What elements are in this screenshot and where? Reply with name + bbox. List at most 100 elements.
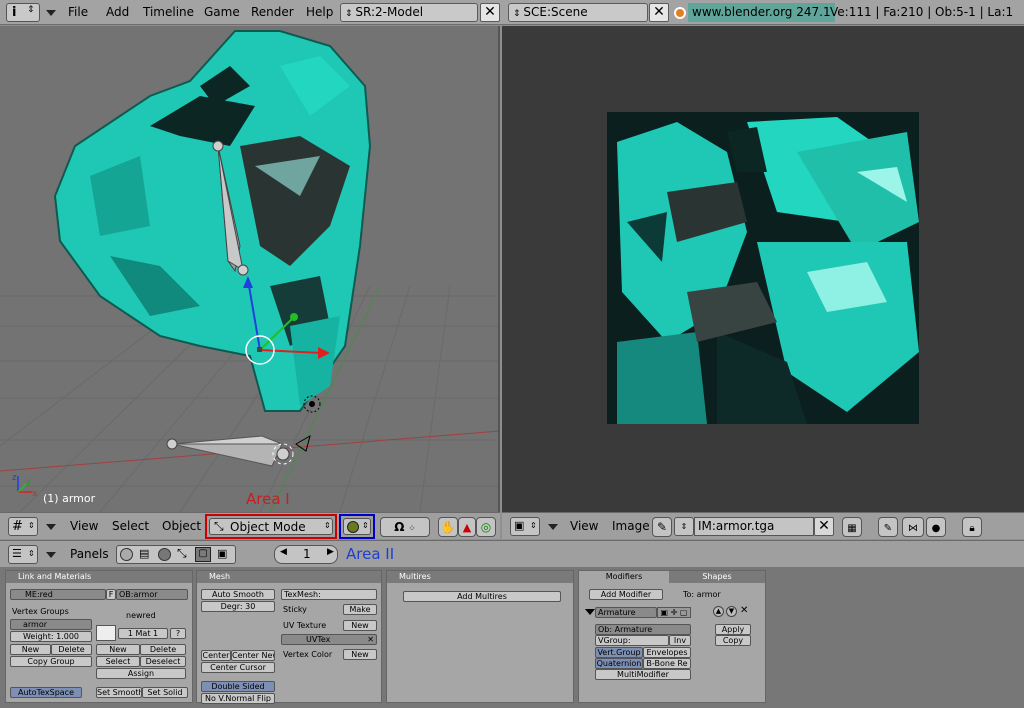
copy-modifier-button[interactable]: Copy (715, 635, 751, 646)
menu-image[interactable]: Image (612, 519, 650, 533)
image-name-field[interactable]: IM:armor.tga (694, 517, 814, 536)
vert-group-toggle[interactable]: Vert.Group (595, 647, 643, 658)
collapse-menu-icon[interactable] (46, 552, 56, 558)
modifier-name-field[interactable]: Armature (595, 607, 657, 618)
sync-uv-button[interactable]: ⋈ (902, 517, 924, 537)
menu-select[interactable]: Select (112, 519, 149, 533)
manipulator-rotate-button[interactable]: ◎ (476, 517, 496, 537)
no-vnormal-flip-toggle[interactable]: No V.Normal Flip (201, 693, 275, 704)
vertex-group-new-button[interactable]: New (10, 644, 51, 655)
image-editor-type-button[interactable]: ▣ ⇕ (510, 517, 540, 536)
logic-icon[interactable] (120, 548, 133, 561)
center-button[interactable]: Center (201, 650, 231, 661)
fake-user-button[interactable]: F (106, 589, 116, 600)
material-assign-button[interactable]: Assign (96, 668, 186, 679)
menu-timeline[interactable]: Timeline (143, 5, 194, 19)
texmesh-field[interactable]: TexMesh: (281, 589, 377, 600)
menu-panels[interactable]: Panels (70, 547, 109, 561)
material-color-swatch[interactable] (96, 625, 116, 641)
tab-modifiers[interactable]: Modifiers (579, 571, 669, 583)
script-icon[interactable]: ▤ (139, 547, 149, 560)
material-delete-button[interactable]: Delete (140, 644, 186, 655)
material-deselect-button[interactable]: Deselect (140, 656, 186, 667)
pack-image-button[interactable]: ▦ (842, 517, 862, 537)
modifier-display-toggles[interactable]: ▣ ✛ ▢ (657, 607, 691, 618)
expand-modifier-icon[interactable] (585, 609, 595, 615)
sticky-make-button[interactable]: Make (343, 604, 377, 615)
material-index-field[interactable]: 1 Mat 1 (118, 628, 168, 639)
move-down-icon[interactable]: ▼ (726, 606, 737, 617)
screen-selector[interactable]: ⇕ SR:2-Model (340, 3, 478, 22)
delete-modifier-icon[interactable]: ✕ (740, 605, 748, 616)
add-modifier-button[interactable]: Add Modifier (589, 589, 663, 600)
editing-icon[interactable]: ▢ (195, 547, 211, 562)
set-smooth-button[interactable]: Set Smooth (96, 687, 142, 698)
arrow-right-icon[interactable]: ▶ (327, 547, 334, 557)
vertex-group-name-field[interactable]: armor (10, 619, 92, 630)
image-browse-button[interactable]: ⇕ (674, 517, 694, 536)
vertex-group-delete-button[interactable]: Delete (51, 644, 92, 655)
vgroup-field[interactable]: VGroup: (595, 635, 669, 646)
unlink-image-button[interactable]: ✕ (814, 517, 834, 536)
pin-image-button[interactable]: ✎ (652, 517, 672, 537)
armature-object-field[interactable]: Ob: Armature (595, 624, 691, 635)
apply-modifier-button[interactable]: Apply (715, 624, 751, 635)
material-new-button[interactable]: New (96, 644, 140, 655)
smooth-degree-field[interactable]: Degr: 30 (201, 601, 275, 612)
object-mode-selector[interactable]: ⤡ Object Mode ⇕ (205, 514, 337, 539)
menu-view[interactable]: View (570, 519, 598, 533)
vertex-color-new-button[interactable]: New (343, 649, 377, 660)
info-window-type-button[interactable]: i ⇕ (6, 3, 40, 22)
record-button[interactable]: ● (926, 517, 946, 537)
delete-scene-button[interactable]: ✕ (649, 3, 669, 22)
paint-tool-button[interactable]: ✎ (878, 517, 898, 537)
menu-game[interactable]: Game (204, 5, 240, 19)
multimodifier-toggle[interactable]: MultiModifier (595, 669, 691, 680)
collapse-menu-icon[interactable] (46, 524, 56, 530)
material-help-button[interactable]: ? (170, 628, 186, 639)
double-sided-toggle[interactable]: Double Sided (201, 681, 275, 692)
mesh-name-field[interactable]: ME:red (10, 589, 106, 600)
add-multires-button[interactable]: Add Multires (403, 591, 561, 602)
scene-icon[interactable]: ▣ (217, 547, 227, 560)
copy-group-button[interactable]: Copy Group (10, 656, 92, 667)
menu-help[interactable]: Help (306, 5, 333, 19)
buttons-window-type-button[interactable]: ☰ ⇕ (8, 545, 38, 564)
object-name-field[interactable]: OB:armor (116, 589, 188, 600)
uv-texture-new-button[interactable]: New (343, 620, 377, 631)
manipulator-translate-button[interactable]: ▲ (458, 517, 476, 537)
tab-shapes[interactable]: Shapes (669, 571, 765, 583)
scene-selector[interactable]: ⇕ SCE:Scene (508, 3, 648, 22)
auto-smooth-toggle[interactable]: Auto Smooth (201, 589, 275, 600)
delete-screen-button[interactable]: ✕ (480, 3, 500, 22)
menu-view[interactable]: View (70, 519, 98, 533)
quaternion-toggle[interactable]: Quaternion (595, 658, 643, 669)
pivot-point-button[interactable]: Ω ⁘ (380, 517, 430, 537)
collapse-menu-icon[interactable] (548, 524, 558, 530)
autotexspace-toggle[interactable]: AutoTexSpace (10, 687, 82, 698)
object-icon[interactable]: ⤡ (177, 546, 187, 561)
close-icon[interactable]: ✕ (367, 635, 374, 644)
vgroup-invert-toggle[interactable]: Inv (669, 635, 691, 646)
material-select-button[interactable]: Select (96, 656, 140, 667)
uvtex-layer-field[interactable]: UVTex ✕ (281, 634, 377, 645)
move-up-icon[interactable]: ▲ (713, 606, 724, 617)
set-solid-button[interactable]: Set Solid (142, 687, 188, 698)
lock-button[interactable]: 🔒︎ (962, 517, 982, 537)
draw-type-selector[interactable]: ⇕ (339, 514, 375, 539)
3d-viewport[interactable]: z x y (1) armor (0, 26, 500, 512)
menu-add[interactable]: Add (106, 5, 129, 19)
center-new-button[interactable]: Center New (231, 650, 275, 661)
frame-number-field[interactable]: ◀ 1 ▶ (274, 545, 338, 564)
collapse-menu-icon[interactable] (46, 10, 56, 16)
menu-file[interactable]: File (68, 5, 88, 19)
center-cursor-button[interactable]: Center Cursor (201, 662, 275, 673)
envelopes-toggle[interactable]: Envelopes (643, 647, 691, 658)
shading-icon[interactable] (158, 548, 171, 561)
menu-object[interactable]: Object (162, 519, 201, 533)
bbone-rest-toggle[interactable]: B-Bone Re (643, 658, 691, 669)
arrow-left-icon[interactable]: ◀ (280, 547, 287, 557)
weight-field[interactable]: Weight: 1.000 (10, 631, 92, 642)
menu-render[interactable]: Render (251, 5, 294, 19)
viewport-type-button[interactable]: # ⇕ (8, 517, 38, 536)
